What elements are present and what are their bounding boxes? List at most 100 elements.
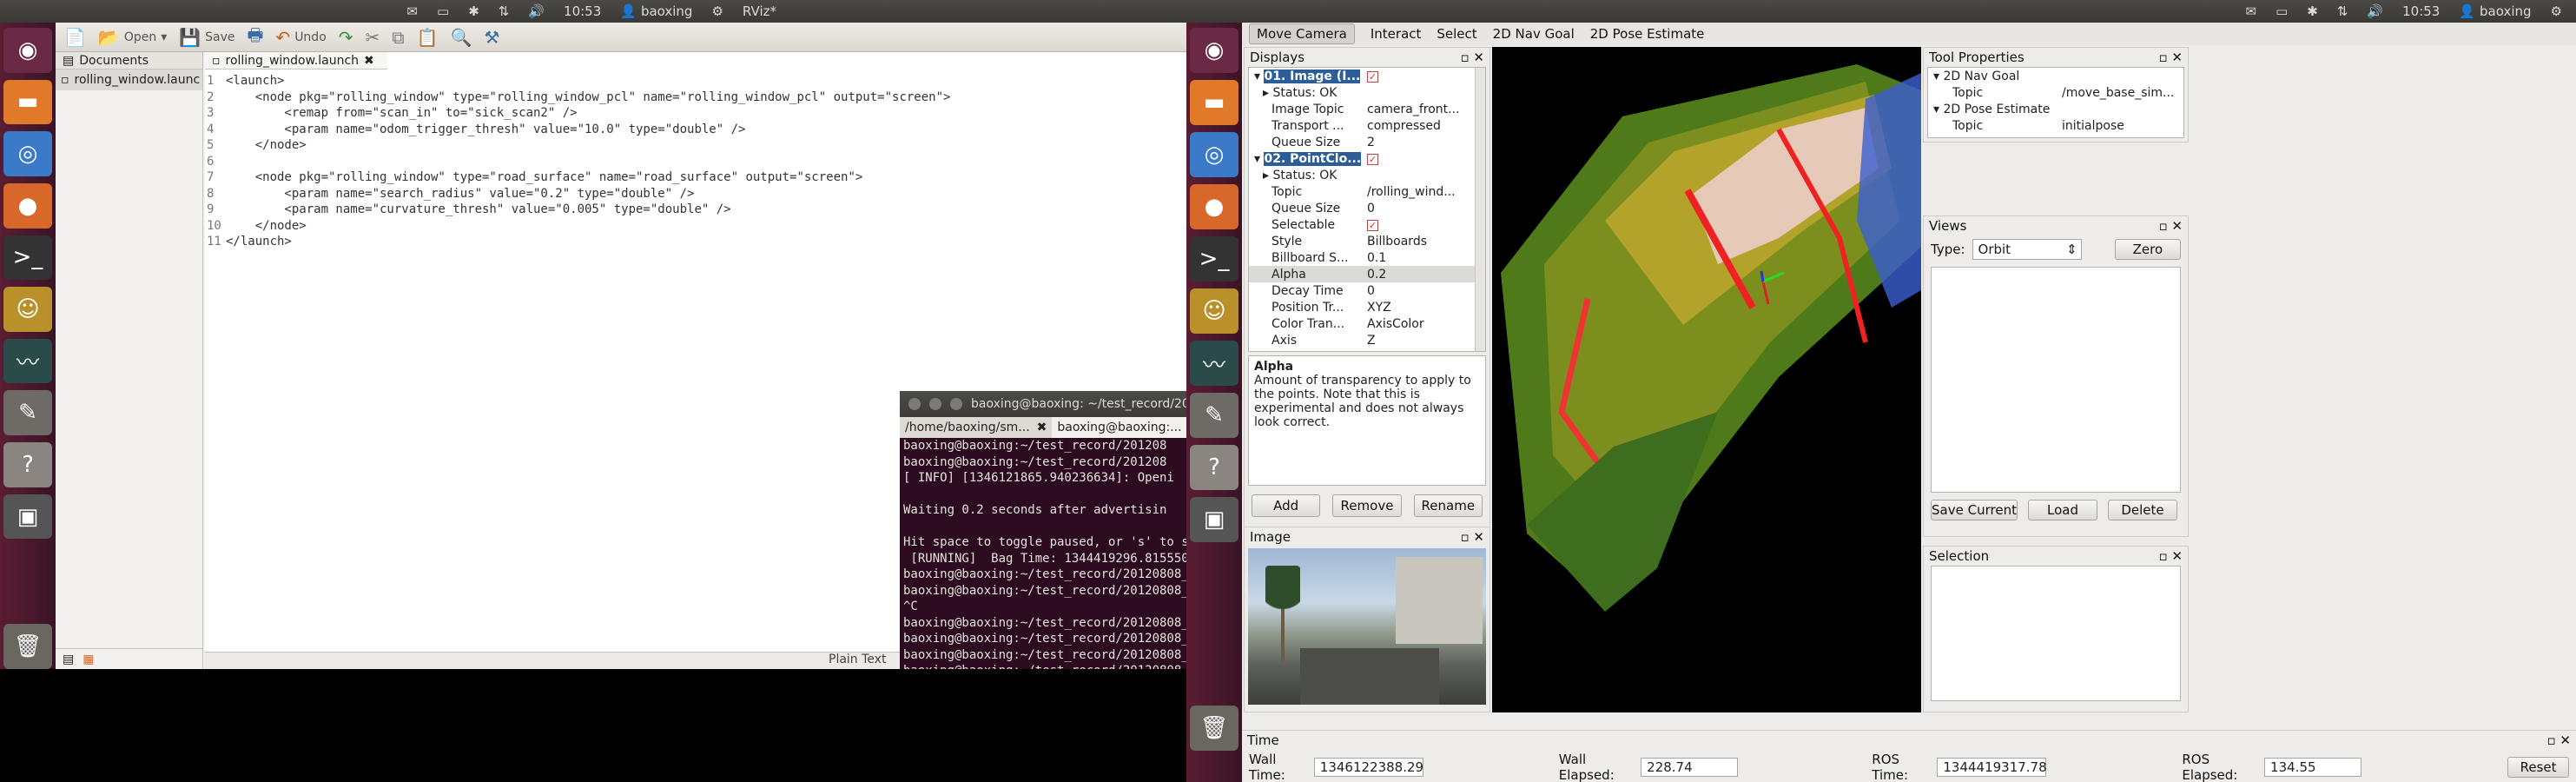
system-monitor-icon[interactable]: 〰 bbox=[1190, 341, 1238, 386]
property-value[interactable]: 0 bbox=[1364, 202, 1375, 215]
pidgin-icon[interactable]: ☺ bbox=[1190, 288, 1238, 334]
expand-arrow-icon[interactable]: ▾ bbox=[1254, 152, 1264, 166]
firefox-icon[interactable]: ● bbox=[1190, 184, 1238, 229]
documents-tab[interactable]: ▤ Documents bbox=[56, 52, 202, 70]
bluetooth-icon[interactable]: ✱ bbox=[468, 3, 479, 19]
document-list-item[interactable]: ▫ rolling_window.launc bbox=[56, 70, 202, 90]
save-button[interactable]: 💾 Save bbox=[179, 27, 234, 48]
checkbox[interactable]: ✓ bbox=[1367, 153, 1378, 165]
clock[interactable]: 10:53 bbox=[564, 3, 601, 19]
property-value[interactable]: 0.1 bbox=[1364, 251, 1386, 265]
property-value[interactable]: compressed bbox=[1364, 119, 1441, 133]
volume-icon[interactable]: 🔊 bbox=[528, 3, 545, 19]
editor-tab[interactable]: ▫ rolling_window.launch ✖ bbox=[205, 52, 387, 70]
clock[interactable]: 10:53 bbox=[2402, 3, 2440, 19]
code-line[interactable]: 2 <node pkg="rolling_window" type="rolli… bbox=[207, 89, 1240, 106]
user-menu[interactable]: 👤 baoxing bbox=[620, 3, 692, 19]
expand-arrow-icon[interactable]: ▸ bbox=[1263, 169, 1272, 182]
load-button[interactable]: Load bbox=[2028, 500, 2097, 520]
help-icon[interactable]: ? bbox=[3, 442, 52, 487]
save-current-button[interactable]: Save Current bbox=[1931, 500, 2018, 520]
delete-button[interactable]: Delete bbox=[2108, 500, 2177, 520]
property-value[interactable]: 0.2 bbox=[1364, 268, 1386, 282]
gear-icon[interactable]: ⚙ bbox=[2551, 3, 2562, 19]
dock-float-close-icons[interactable]: ▫ ✕ bbox=[2158, 548, 2183, 564]
ubuntu-home-icon[interactable]: ◉ bbox=[3, 28, 52, 73]
selection-tree[interactable] bbox=[1931, 566, 2181, 701]
scrollbar[interactable] bbox=[1475, 68, 1485, 351]
close-icon[interactable]: ✖ bbox=[1037, 421, 1047, 434]
displays-tree[interactable]: ▾ 01. Image (I... ✓ ▸ Status: OK Image Topi… bbox=[1248, 67, 1486, 352]
network-icon[interactable]: ⇅ bbox=[2337, 3, 2348, 19]
find-button[interactable]: 🔍 bbox=[450, 27, 472, 48]
display-property-row[interactable]: ▾ 01. Image (I... ✓ bbox=[1249, 68, 1485, 84]
workspace-switcher-icon[interactable]: ▣ bbox=[1190, 497, 1238, 542]
display-property-row[interactable]: ▸ Status: OK bbox=[1249, 84, 1485, 101]
tool-property-row[interactable]: Topic/move_base_sim... bbox=[1928, 84, 2183, 101]
redo-button[interactable]: ↷ bbox=[339, 27, 353, 48]
paste-button[interactable]: 📋 bbox=[417, 27, 439, 48]
tool-properties-tree[interactable]: ▾ 2D Nav Goal Topic/move_base_sim... ▾ 2D … bbox=[1927, 67, 2184, 138]
expand-arrow-icon[interactable]: ▾ bbox=[1254, 70, 1264, 83]
volume-icon[interactable]: 🔊 bbox=[2367, 3, 2383, 19]
firefox-icon[interactable]: ● bbox=[3, 182, 52, 229]
display-property-row[interactable]: ▸ Status: OK bbox=[1249, 167, 1485, 183]
display-property-row[interactable]: Position Tr... XYZ bbox=[1249, 299, 1485, 315]
tool-select[interactable]: Select bbox=[1437, 26, 1476, 42]
battery-icon[interactable]: ▭ bbox=[437, 3, 449, 19]
property-value[interactable]: ✓ bbox=[1364, 70, 1378, 83]
text-editor-icon[interactable]: ✎ bbox=[1190, 393, 1238, 438]
battery-icon[interactable]: ▭ bbox=[2275, 3, 2288, 19]
3d-render-view[interactable] bbox=[1492, 47, 1921, 712]
dock-float-close-icons[interactable]: ▫ ✕ bbox=[2158, 218, 2183, 234]
rename-button[interactable]: Rename bbox=[1413, 494, 1483, 517]
close-window-icon[interactable] bbox=[908, 398, 921, 410]
property-value[interactable]: 2 bbox=[1364, 136, 1375, 149]
new-button[interactable]: 📄 bbox=[64, 27, 86, 48]
terminal-tab[interactable]: baoxing@baoxing:... bbox=[1052, 417, 1187, 438]
code-line[interactable]: 8 <param name="search_radius" value="0.2… bbox=[207, 186, 1240, 202]
text-editor-icon[interactable]: ✎ bbox=[3, 390, 52, 436]
bluetooth-icon[interactable]: ✱ bbox=[2307, 3, 2318, 19]
dock-float-close-icons[interactable]: ▫ ✕ bbox=[2158, 50, 2183, 65]
property-value[interactable]: camera_front... bbox=[1364, 103, 1460, 116]
undo-button[interactable]: ↶ Undo bbox=[275, 27, 326, 48]
tool-2d-pose-estimate[interactable]: 2D Pose Estimate bbox=[1590, 26, 1705, 42]
property-value[interactable]: XYZ bbox=[1364, 301, 1391, 315]
code-line[interactable]: 7 <node pkg="rolling_window" type="road_… bbox=[207, 169, 1240, 186]
code-line[interactable]: 11 </launch> bbox=[207, 234, 1240, 250]
display-property-row[interactable]: Queue Size 2 bbox=[1249, 134, 1485, 150]
tool-interact[interactable]: Interact bbox=[1371, 26, 1422, 42]
workspace-switcher-icon[interactable]: ▣ bbox=[3, 494, 52, 540]
system-monitor-icon[interactable]: 〰 bbox=[3, 338, 52, 384]
dock-float-close-icons[interactable]: ▫ ✕ bbox=[1460, 529, 1484, 545]
maximize-window-icon[interactable] bbox=[950, 398, 962, 410]
expand-arrow-icon[interactable]: ▸ bbox=[1263, 86, 1272, 100]
chromium-icon[interactable]: ◎ bbox=[1190, 132, 1238, 177]
code-line[interactable]: 5 </node> bbox=[207, 137, 1240, 154]
property-value[interactable]: initialpose bbox=[2058, 119, 2124, 133]
property-value[interactable]: 0 bbox=[1364, 284, 1375, 298]
expand-arrow-icon[interactable]: ▾ bbox=[1933, 70, 1943, 83]
property-value[interactable]: Billboards bbox=[1364, 235, 1427, 249]
print-button[interactable]: 🖶 bbox=[248, 23, 264, 52]
code-line[interactable]: 4 <param name="odom_trigger_thresh" valu… bbox=[207, 122, 1240, 138]
display-property-row[interactable]: Billboard S... 0.1 bbox=[1249, 249, 1485, 266]
view-type-select[interactable]: Orbit ⇕ bbox=[1972, 239, 2082, 260]
files-icon[interactable]: ▬ bbox=[3, 79, 52, 125]
trash-icon[interactable]: 🗑 bbox=[3, 624, 52, 670]
gear-icon[interactable]: ⚙ bbox=[711, 3, 723, 19]
display-property-row[interactable]: ▾ 02. PointClo... ✓ bbox=[1249, 150, 1485, 167]
display-property-row[interactable]: Color Tran... AxisColor bbox=[1249, 315, 1485, 332]
display-property-row[interactable]: Topic/rolling_wind... bbox=[1249, 183, 1485, 200]
ubuntu-home-icon[interactable]: ◉ bbox=[1190, 28, 1238, 73]
pidgin-icon[interactable]: ☺ bbox=[3, 287, 52, 332]
mail-icon[interactable]: ✉ bbox=[406, 3, 418, 19]
language-selector[interactable]: Plain Text bbox=[829, 653, 886, 666]
display-property-row[interactable]: Transport ... compressed bbox=[1249, 117, 1485, 134]
display-property-row[interactable]: Decay Time 0 bbox=[1249, 282, 1485, 299]
dock-float-close-icons[interactable]: ▫ ✕ bbox=[2546, 732, 2571, 748]
property-value[interactable]: ✓ bbox=[1364, 152, 1378, 166]
code-line[interactable]: 10 </node> bbox=[207, 218, 1240, 235]
property-value[interactable]: /move_base_sim... bbox=[2058, 86, 2174, 100]
